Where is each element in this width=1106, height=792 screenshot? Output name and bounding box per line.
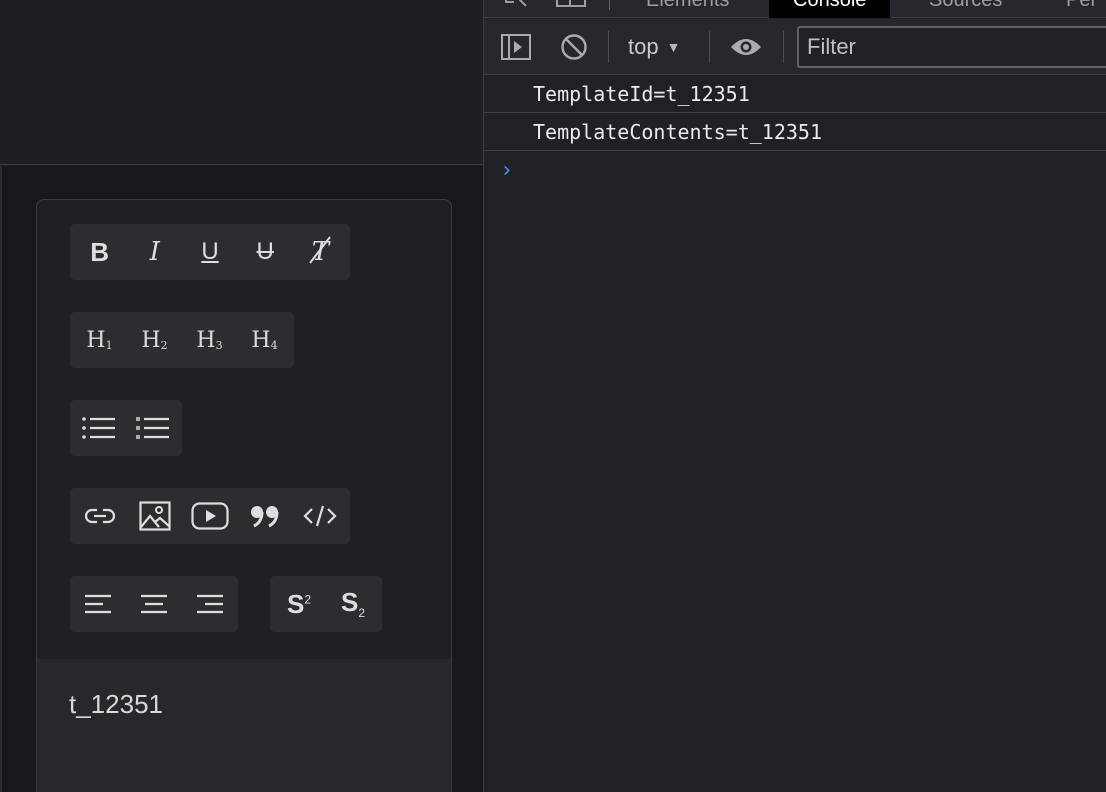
editor-content-text[interactable]: t_12351 — [69, 689, 421, 720]
link-icon — [84, 508, 115, 524]
context-selector[interactable]: top ▼ — [628, 31, 680, 63]
heading-1-icon: H1 — [86, 327, 113, 353]
tab-console[interactable]: Console — [769, 0, 891, 18]
superscript-icon: S2 — [286, 588, 312, 619]
strikethrough-icon: U — [256, 238, 274, 265]
image-icon — [139, 501, 171, 531]
align-right-icon — [196, 594, 223, 614]
bold-icon: B — [90, 236, 109, 267]
console-message: TemplateId=t_12351 — [484, 75, 1106, 113]
bullet-list-icon — [82, 417, 115, 439]
toolbar-separator — [709, 31, 710, 63]
console-prompt-chevron-icon[interactable]: › — [500, 158, 513, 183]
code-button[interactable] — [293, 488, 348, 544]
insert-toolbar-group — [70, 488, 350, 544]
align-left-button[interactable] — [72, 576, 127, 632]
heading-3-button[interactable]: H3 — [182, 312, 237, 368]
heading-toolbar-group: H1 H2 H3 H4 — [70, 312, 294, 368]
devtools-panel: Elements Console Sources Per top ▼ Filte… — [483, 0, 1106, 792]
console-toolbar: top ▼ — [484, 19, 1106, 75]
list-toolbar-group — [70, 400, 182, 456]
superscript-button[interactable]: S2 — [272, 576, 326, 632]
numbered-list-button[interactable] — [126, 400, 180, 456]
filter-input[interactable] — [797, 26, 1106, 68]
editor-content-area[interactable]: t_12351 — [37, 659, 451, 792]
device-toolbar-icon[interactable] — [556, 0, 586, 13]
strikethrough-button[interactable]: U — [238, 224, 293, 280]
image-button[interactable] — [127, 488, 182, 544]
numbered-list-icon — [136, 417, 169, 439]
sidebar-toggle-button[interactable] — [500, 31, 532, 63]
subscript-button[interactable]: S2 — [326, 576, 380, 632]
heading-3-icon: H3 — [196, 327, 223, 353]
rich-text-editor: B I U U T H1 H2 H3 H4 S2 S2 t_12351 — [36, 199, 452, 792]
clear-format-button[interactable]: T — [293, 224, 348, 280]
heading-2-button[interactable]: H2 — [127, 312, 182, 368]
app-body: B I U U T H1 H2 H3 H4 S2 S2 t_12351 — [0, 166, 483, 792]
quote-icon — [251, 506, 279, 528]
inspect-element-icon[interactable] — [504, 0, 532, 13]
italic-icon: I — [149, 237, 160, 267]
align-center-icon — [141, 594, 167, 614]
tab-separator — [609, 0, 610, 10]
dropdown-arrow-icon: ▼ — [666, 39, 681, 55]
tab-sources[interactable]: Sources — [929, 0, 1002, 18]
align-left-icon — [85, 594, 112, 614]
toolbar-separator — [608, 31, 609, 63]
clear-console-button[interactable] — [558, 31, 590, 63]
format-toolbar-group: B I U U T — [70, 224, 350, 280]
toolbar-separator — [783, 31, 784, 63]
heading-4-icon: H4 — [251, 327, 278, 353]
italic-button[interactable]: I — [127, 224, 182, 280]
script-toolbar-group: S2 S2 — [270, 576, 382, 632]
bold-button[interactable]: B — [72, 224, 127, 280]
context-label: top — [628, 34, 659, 59]
align-toolbar-group — [70, 576, 238, 632]
devtools-tab-bar: Elements Console Sources Per — [484, 0, 1106, 18]
align-center-button[interactable] — [127, 576, 182, 632]
clear-console-icon — [561, 34, 587, 60]
tab-elements[interactable]: Elements — [646, 0, 729, 18]
console-message: TemplateContents=t_12351 — [484, 113, 1106, 151]
bullet-list-button[interactable] — [72, 400, 126, 456]
link-button[interactable] — [72, 488, 127, 544]
video-button[interactable] — [182, 488, 237, 544]
quote-button[interactable] — [238, 488, 293, 544]
sidebar-toggle-icon — [501, 34, 531, 60]
heading-1-button[interactable]: H1 — [72, 312, 127, 368]
underline-button[interactable]: U — [182, 224, 237, 280]
video-icon — [191, 502, 229, 530]
heading-2-icon: H2 — [141, 327, 168, 353]
app-header — [0, 0, 483, 165]
tab-performance[interactable]: Per — [1066, 0, 1097, 18]
app-pane: B I U U T H1 H2 H3 H4 S2 S2 t_12351 — [0, 0, 483, 792]
eye-icon — [731, 39, 761, 55]
live-expression-button[interactable] — [730, 31, 762, 63]
subscript-icon: S2 — [340, 587, 366, 621]
code-icon — [303, 505, 337, 527]
heading-4-button[interactable]: H4 — [237, 312, 292, 368]
clear-format-icon: T — [308, 236, 331, 267]
underline-icon: U — [201, 238, 219, 265]
align-right-button[interactable] — [181, 576, 236, 632]
